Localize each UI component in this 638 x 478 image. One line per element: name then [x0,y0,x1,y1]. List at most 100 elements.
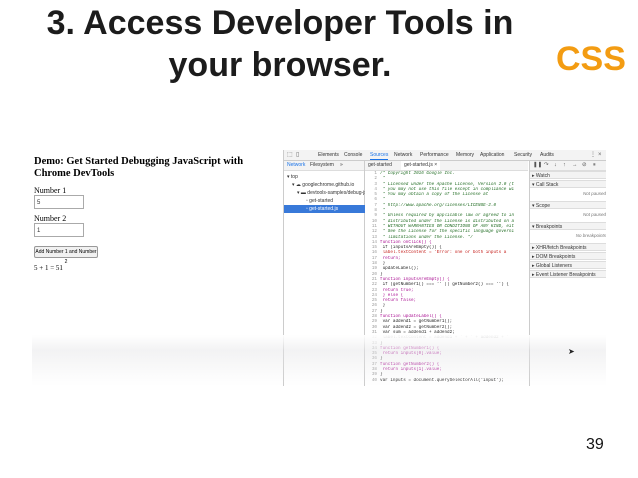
code-text: * http://www.apache.org/licenses/LICENSE… [380,202,497,208]
editor-tab-html[interactable]: get-started [365,161,395,170]
tab-memory[interactable]: Memory [456,151,474,159]
code-text: return true; [380,287,414,293]
nav-tab-network[interactable]: Network [287,162,305,168]
code-text: function getNumber1() { [380,345,440,351]
tree-label: top [290,174,298,180]
tree-item-top[interactable]: ▾ top [284,173,367,181]
code-text: * WITHOUT WARRANTIES OR CONDITIONS OF AN… [380,223,515,229]
mouse-cursor-icon: ➤ [568,347,575,356]
pause-icon[interactable]: ❚❚ [533,162,542,168]
demo-page: Demo: Get Started Debugging JavaScript w… [32,150,282,386]
demo-title: Demo: Get Started Debugging JavaScript w… [34,156,244,179]
code-text: return; [380,255,401,261]
result-label: 5 + 1 = 51 [34,264,63,272]
code-text: if (inputsAreEmpty()) { [380,245,442,251]
tab-network[interactable]: Network [394,151,412,159]
code-text: * you may not use this file except in co… [380,186,515,192]
pane-note: No breakpoints [575,233,606,238]
tree-label: get-started [309,198,334,204]
slide-title-line2: your browser. [168,46,392,84]
code-text: } [380,356,383,362]
code-editor: get-started get-started.js × 1/* Copyrig… [365,161,528,386]
code-text: return inputs[0].value; [380,351,442,357]
tab-audits[interactable]: Audits [540,151,554,159]
tree-item-origin[interactable]: ▾ ☁ googlechrome.github.io [284,181,372,189]
tree-label: googlechrome.github.io [302,182,355,188]
file-navigator: Network Filesystem » ▾ top ▾ ☁ googlechr… [284,161,386,386]
pane-note: Not paused [582,212,606,217]
code-text: * [380,176,386,182]
navigator-tabbar: Network Filesystem » [284,161,364,171]
pane-header[interactable]: ▸ Event Listener Breakpoints [530,270,606,278]
tab-sources[interactable]: Sources [370,151,389,160]
code-text: * Unless required by applicable law or a… [380,213,515,219]
editor-tab-js[interactable]: get-started.js × [401,161,441,170]
code-text: if (getNumber1() === '' || getNumber2() … [380,282,509,288]
code-text: } [380,340,383,346]
editor-tabbar: get-started get-started.js × [365,161,528,171]
code-text: label.textContent = addend1 + ' + ' + ad… [380,335,509,341]
pane-header[interactable]: ▸ Watch [530,171,606,179]
inspect-icon[interactable]: ⬚ [287,152,293,158]
code-text: } [380,303,386,309]
tree-item-folder[interactable]: ▾ ▬ devtools-samples/debug-js [284,189,377,197]
pause-on-exceptions-icon[interactable]: ⏸ [593,162,596,169]
css-tag: CSS [556,40,626,78]
slide-title: 3. Access Developer Tools in your browse… [0,2,560,86]
pane-header[interactable]: ▾ Call Stack [530,180,606,188]
tab-security[interactable]: Security [514,151,532,159]
nav-tab-filesystem[interactable]: Filesystem [310,162,334,168]
code-line[interactable]: 40 var inputs = document.querySelectorAll… [365,378,528,383]
number2-input[interactable]: 1 [34,223,84,237]
code-text: var sum = addend1 + addend2; [380,329,455,335]
code-text: var addend2 = getNumber2(); [380,324,453,330]
close-icon[interactable]: × [598,152,602,158]
code-lines[interactable]: 1/* Copyright 2016 Google Inc. 2 * 3 * Lic… [365,171,528,383]
number1-input[interactable]: 5 [34,195,84,209]
code-text: var addend1 = getNumber1(); [380,319,453,325]
number1-label: Number 1 [34,186,67,195]
tab-application[interactable]: Application [480,151,504,159]
code-text: * [380,208,386,214]
code-text: * limitations under the License. */ [380,234,473,240]
code-text: } [380,308,383,314]
browser-screenshot: Demo: Get Started Debugging JavaScript w… [32,150,606,386]
tree-label: get-started.js [309,206,339,212]
pane-header[interactable]: ▸ Global Listeners [530,261,606,269]
step-icon[interactable]: → [572,162,578,168]
code-text: } [380,261,386,267]
step-out-icon[interactable]: ↑ [563,162,566,168]
step-over-icon[interactable]: ↷ [544,162,549,168]
code-text: function onClick() { [380,239,432,245]
pane-header[interactable]: ▸ DOM Breakpoints [530,252,606,260]
deactivate-breakpoints-icon[interactable]: ⊘ [582,162,587,168]
pane-header[interactable]: ▾ Breakpoints [530,222,606,230]
code-text: /* Copyright 2016 Google Inc. [380,171,455,176]
pane-header[interactable]: ▾ Scope [530,201,606,209]
code-text: * [380,197,386,203]
line-number[interactable]: 40 [365,378,377,383]
code-text: return inputs[1].value; [380,366,442,372]
tree-label: devtools-samples/debug-js [307,190,367,196]
page-number: 39 [586,436,604,453]
tab-elements[interactable]: Elements [318,151,339,159]
code-text: function inputsAreEmpty() { [380,276,450,282]
pane-header[interactable]: ▸ XHR/fetch Breakpoints [530,243,606,251]
step-into-icon[interactable]: ↓ [554,162,557,168]
pane-note: Not paused [582,191,606,196]
code-text: } [380,271,383,277]
code-text: * Licensed under the Apache License, Ver… [380,181,515,187]
code-line[interactable]: 32 label.textContent = addend1 + ' + ' +… [365,335,528,340]
code-text: * distributed under the License is distr… [380,218,515,224]
add-numbers-button[interactable]: Add Number 1 and Number 2 [34,246,98,265]
code-text: updateLabel(); [380,266,419,272]
devtools-panel: ⬚ ▯ Elements Console Sources Network Per… [283,150,606,386]
more-icon[interactable]: ⋮ [590,152,596,158]
tab-performance[interactable]: Performance [420,151,449,159]
tab-console[interactable]: Console [344,151,362,159]
code-text: } else { [380,292,404,298]
nav-tab-more[interactable]: » [340,162,343,168]
number2-label: Number 2 [34,214,67,223]
device-icon[interactable]: ▯ [296,152,299,158]
code-text: function updateLabel() { [380,314,442,320]
